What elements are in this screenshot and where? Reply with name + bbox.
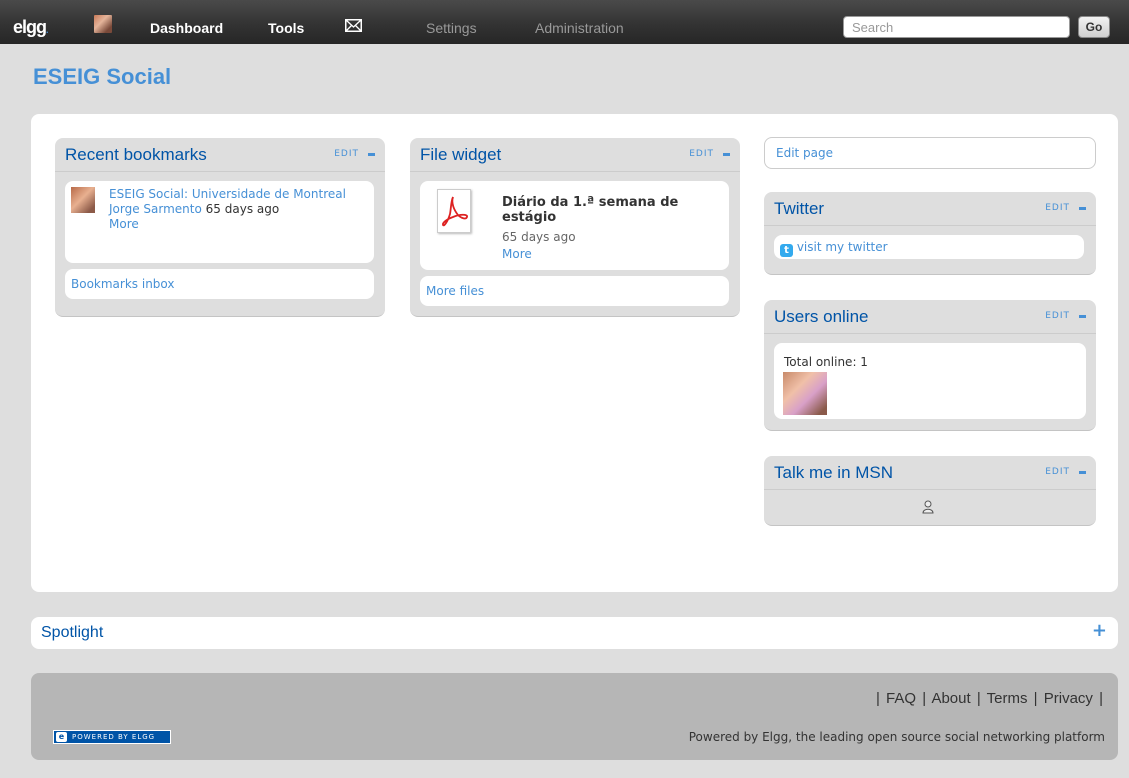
bookmark-text: ESEIG Social: Universidade de Montreal J…: [109, 187, 349, 232]
widget-file: File widget EDIT Diário da 1.ª semana de…: [410, 138, 740, 317]
powered-by-elgg-badge[interactable]: e POWERED BY ELGG: [53, 730, 171, 744]
edit-page-button[interactable]: Edit page: [764, 137, 1096, 169]
footer-tagline: Powered by Elgg, the leading open source…: [688, 730, 1105, 744]
msn-status-icon[interactable]: [922, 500, 934, 514]
collapse-icon[interactable]: [368, 153, 375, 156]
widget-header: Twitter EDIT: [764, 192, 1096, 226]
nav-settings[interactable]: Settings: [426, 20, 477, 36]
spotlight-bar[interactable]: Spotlight +: [31, 617, 1118, 649]
collapse-icon[interactable]: [1079, 471, 1086, 474]
bookmark-time: 65 days ago: [205, 202, 280, 216]
twitter-icon: t: [780, 244, 793, 257]
footer: | FAQ | About | Terms | Privacy | e POWE…: [31, 673, 1118, 760]
footer-separator: |: [875, 690, 880, 707]
bookmark-more-link[interactable]: More: [109, 217, 139, 231]
widget-title: Talk me in MSN: [774, 463, 894, 482]
twitter-card: t visit my twitter: [774, 235, 1084, 259]
nav-dashboard[interactable]: Dashboard: [150, 20, 223, 36]
elgg-badge-icon: e: [56, 732, 67, 742]
file-item: Diário da 1.ª semana de estágio 65 days …: [420, 181, 729, 270]
widget-edit-link[interactable]: EDIT: [1045, 203, 1070, 213]
widget-recent-bookmarks: Recent bookmarks EDIT ESEIG Social: Univ…: [55, 138, 385, 317]
top-bar: elgg. Dashboard Tools Settings Administr…: [0, 0, 1129, 44]
bookmark-owner-avatar[interactable]: [71, 187, 95, 213]
footer-link-faq[interactable]: FAQ: [886, 690, 916, 707]
widget-title: Users online: [774, 307, 869, 326]
widget-title: File widget: [420, 145, 502, 164]
widget-edit-link[interactable]: EDIT: [1045, 311, 1070, 321]
widget-edit-link[interactable]: EDIT: [689, 149, 714, 159]
footer-separator: |: [922, 690, 927, 707]
widget-title: Recent bookmarks: [65, 145, 207, 164]
powered-badge-text: POWERED BY ELGG: [72, 733, 156, 741]
footer-link-privacy[interactable]: Privacy: [1044, 690, 1093, 707]
file-title-link[interactable]: Diário da 1.ª semana de estágio: [502, 195, 712, 225]
widget-edit-link[interactable]: EDIT: [1045, 467, 1070, 477]
search-go-button[interactable]: Go: [1078, 16, 1110, 38]
logo-text: elgg: [13, 17, 47, 37]
visit-twitter-link[interactable]: visit my twitter: [797, 240, 888, 254]
widget-title: Twitter: [774, 199, 825, 218]
widget-users-online: Users online EDIT Total online: 1: [764, 300, 1096, 431]
footer-separator: |: [1033, 690, 1038, 707]
file-time: 65 days ago: [502, 230, 576, 244]
widget-header: Talk me in MSN EDIT: [764, 456, 1096, 490]
widget-msn: Talk me in MSN EDIT: [764, 456, 1096, 526]
footer-links: | FAQ | About | Terms | Privacy |: [874, 690, 1105, 707]
widget-twitter: Twitter EDIT t visit my twitter: [764, 192, 1096, 275]
widget-header: Users online EDIT: [764, 300, 1096, 334]
expand-plus-icon[interactable]: +: [1092, 620, 1107, 641]
nav-tools[interactable]: Tools: [268, 20, 304, 36]
bookmark-author-link[interactable]: Jorge Sarmento: [109, 202, 202, 216]
online-user-avatar[interactable]: [783, 372, 827, 415]
elgg-logo[interactable]: elgg.: [13, 17, 49, 38]
widget-header: File widget EDIT: [410, 138, 740, 172]
more-files-card: More files: [420, 276, 729, 306]
total-online-label: Total online: 1: [784, 355, 868, 369]
widget-header: Recent bookmarks EDIT: [55, 138, 385, 172]
bookmark-title-link[interactable]: ESEIG Social: Universidade de Montreal: [109, 187, 349, 202]
pdf-icon: [442, 196, 468, 227]
spotlight-title: Spotlight: [41, 624, 104, 641]
footer-link-terms[interactable]: Terms: [987, 690, 1028, 707]
bookmarks-inbox-link[interactable]: Bookmarks inbox: [71, 277, 175, 291]
file-meta: 65 days ago More: [502, 229, 576, 263]
file-more-link[interactable]: More: [502, 247, 532, 261]
pdf-file-icon[interactable]: [437, 189, 471, 233]
nav-administration[interactable]: Administration: [535, 20, 624, 36]
logo-dot: .: [46, 25, 49, 35]
page-title: ESEIG Social: [33, 64, 172, 89]
footer-separator: |: [1099, 690, 1103, 707]
search-input[interactable]: Search: [843, 16, 1070, 38]
bookmarks-inbox-card: Bookmarks inbox: [65, 269, 374, 299]
collapse-icon[interactable]: [1079, 207, 1086, 210]
user-avatar[interactable]: [94, 15, 112, 33]
collapse-icon[interactable]: [1079, 315, 1086, 318]
users-online-card: Total online: 1: [774, 343, 1086, 419]
bookmark-item: ESEIG Social: Universidade de Montreal J…: [65, 181, 374, 263]
footer-separator: |: [976, 690, 981, 707]
more-files-link[interactable]: More files: [426, 284, 484, 298]
collapse-icon[interactable]: [723, 153, 730, 156]
widget-edit-link[interactable]: EDIT: [334, 149, 359, 159]
footer-link-about[interactable]: About: [931, 690, 970, 707]
mail-icon[interactable]: [345, 19, 362, 32]
